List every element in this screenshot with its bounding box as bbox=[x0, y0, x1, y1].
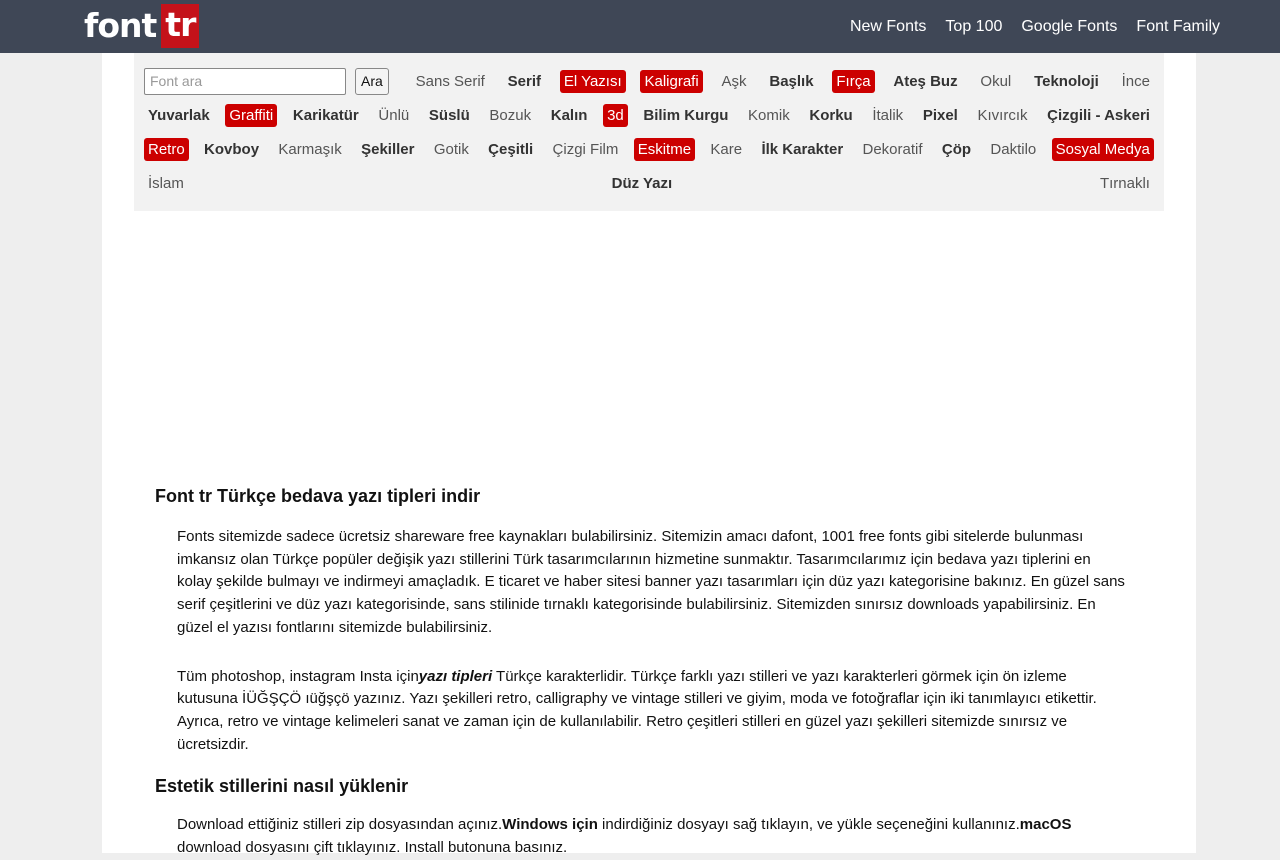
category-link-kalın[interactable]: Kalın bbox=[547, 104, 592, 127]
nav-font-family[interactable]: Font Family bbox=[1136, 18, 1220, 36]
article-heading-1: Font tr Türkçe bedava yazı tipleri indir bbox=[155, 486, 481, 506]
category-link-karmaşık[interactable]: Karmaşık bbox=[274, 138, 345, 161]
category-link-daktilo[interactable]: Daktilo bbox=[986, 138, 1040, 161]
category-link-kare[interactable]: Kare bbox=[706, 138, 746, 161]
category-link-şekiller[interactable]: Şekiller bbox=[357, 138, 418, 161]
page-container: Ara Sans Serif Serif El Yazısı Kaligrafi Aşk… bbox=[102, 53, 1196, 856]
search-input[interactable] bbox=[144, 67, 346, 95]
category-link-çizgi-film[interactable]: Çizgi Film bbox=[549, 138, 623, 161]
ad-placeholder bbox=[134, 223, 1164, 473]
category-link-eskitme[interactable]: Eskitme bbox=[633, 137, 696, 161]
search-form: Ara bbox=[144, 67, 389, 95]
category-link-başlık[interactable]: Başlık bbox=[765, 70, 817, 93]
nav-top-100[interactable]: Top 100 bbox=[945, 18, 1002, 36]
category-link-bozuk[interactable]: Bozuk bbox=[485, 104, 535, 127]
p3-bold-windows: Windows için bbox=[502, 816, 598, 834]
category-link-komik[interactable]: Komik bbox=[744, 104, 794, 127]
logo-text-font: font bbox=[84, 6, 157, 45]
category-link-çizgili-askeri[interactable]: Çizgili - Askeri bbox=[1043, 104, 1154, 127]
top-navbar: font tr New Fonts Top 100 Google Fonts F… bbox=[0, 0, 1280, 53]
category-row-2: Yuvarlak Graffiti Karikatür Ünlü Süslü Bozuk K… bbox=[144, 100, 1154, 130]
category-link-ünlü[interactable]: Ünlü bbox=[374, 104, 413, 127]
category-link-graffiti[interactable]: Graffiti bbox=[225, 103, 278, 127]
category-link-kıvırcık[interactable]: Kıvırcık bbox=[974, 104, 1032, 127]
article: Font tr Türkçe bedava yazı tipleri indir… bbox=[155, 486, 1145, 860]
p3-text-1: Download ettiğiniz stilleri zip dosyasın… bbox=[177, 816, 503, 834]
category-link-3d[interactable]: 3d bbox=[603, 103, 628, 127]
category-link-gotik[interactable]: Gotik bbox=[430, 138, 473, 161]
category-link-dekoratif[interactable]: Dekoratif bbox=[859, 138, 927, 161]
category-link-retro[interactable]: Retro bbox=[144, 137, 189, 161]
category-link-teknoloji[interactable]: Teknoloji bbox=[1030, 70, 1103, 93]
category-link-okul[interactable]: Okul bbox=[976, 70, 1015, 93]
category-link-karikatür[interactable]: Karikatür bbox=[289, 104, 363, 127]
category-link-aşk[interactable]: Aşk bbox=[718, 70, 751, 93]
category-link-sans-serif[interactable]: Sans Serif bbox=[412, 70, 489, 93]
nav-google-fonts[interactable]: Google Fonts bbox=[1021, 18, 1117, 36]
category-link-sosyal-medya[interactable]: Sosyal Medya bbox=[1051, 137, 1154, 161]
category-link-kaligrafi[interactable]: Kaligrafi bbox=[640, 69, 703, 93]
category-link-el-yazısı[interactable]: El Yazısı bbox=[559, 69, 626, 93]
category-link-tırnaklı[interactable]: Tırnaklı bbox=[1096, 172, 1154, 195]
p3-text-3: download dosyasını çift tıklayınız. Inst… bbox=[177, 839, 568, 857]
category-link-korku[interactable]: Korku bbox=[805, 104, 856, 127]
nav-new-fonts[interactable]: New Fonts bbox=[850, 18, 926, 36]
category-link-süslü[interactable]: Süslü bbox=[425, 104, 474, 127]
category-row-3: Retro Kovboy Karmaşık Şekiller Gotik Çeşitli Ç… bbox=[144, 134, 1154, 164]
category-row-4: İslam Düz Yazı Tırnaklı bbox=[144, 168, 1154, 198]
p2-emphasis: yazı tipleri bbox=[418, 667, 493, 685]
category-link-pixel[interactable]: Pixel bbox=[919, 104, 962, 127]
article-paragraph-1: Fonts sitemizde sadece ücretsiz sharewar… bbox=[177, 528, 1125, 636]
category-link-kovboy[interactable]: Kovboy bbox=[200, 138, 263, 161]
category-link-serif[interactable]: Serif bbox=[504, 70, 545, 93]
category-link-çöp[interactable]: Çöp bbox=[938, 138, 975, 161]
category-link-ateş-buz[interactable]: Ateş Buz bbox=[889, 70, 961, 93]
main-nav: New Fonts Top 100 Google Fonts Font Fami… bbox=[831, 0, 1220, 53]
category-panel: Ara Sans Serif Serif El Yazısı Kaligrafi Aşk… bbox=[134, 53, 1164, 211]
logo-text-tr: tr bbox=[161, 4, 200, 48]
article-heading-2: Estetik stillerini nasıl yüklenir bbox=[155, 776, 409, 797]
category-link-çeşitli[interactable]: Çeşitli bbox=[484, 138, 537, 161]
category-link-i-talik[interactable]: İtalik bbox=[868, 104, 907, 127]
p3-text-2: indirdiğiniz dosyayı sağ tıklayın, ve yü… bbox=[597, 816, 1020, 834]
p3-bold-macos: macOS bbox=[1019, 816, 1072, 834]
category-link-i-lk-karakter[interactable]: İlk Karakter bbox=[757, 138, 847, 161]
category-link-fırça[interactable]: Fırça bbox=[832, 69, 875, 93]
search-button[interactable]: Ara bbox=[355, 67, 389, 95]
category-link-i-slam[interactable]: İslam bbox=[144, 172, 188, 195]
category-row-1: Ara Sans Serif Serif El Yazısı Kaligrafi Aşk… bbox=[144, 66, 1154, 96]
category-link-bilim-kurgu[interactable]: Bilim Kurgu bbox=[639, 104, 732, 127]
category-link-i-nce[interactable]: İnce bbox=[1118, 70, 1154, 93]
site-logo[interactable]: font tr bbox=[84, 4, 200, 48]
category-link-yuvarlak[interactable]: Yuvarlak bbox=[144, 104, 214, 127]
category-link-düz-yazı[interactable]: Düz Yazı bbox=[608, 172, 677, 195]
p2-text-before: Tüm photoshop, instagram Insta için bbox=[177, 667, 419, 685]
article-paragraph-2: Tüm photoshop, instagram Insta içinyazı … bbox=[177, 666, 1127, 757]
